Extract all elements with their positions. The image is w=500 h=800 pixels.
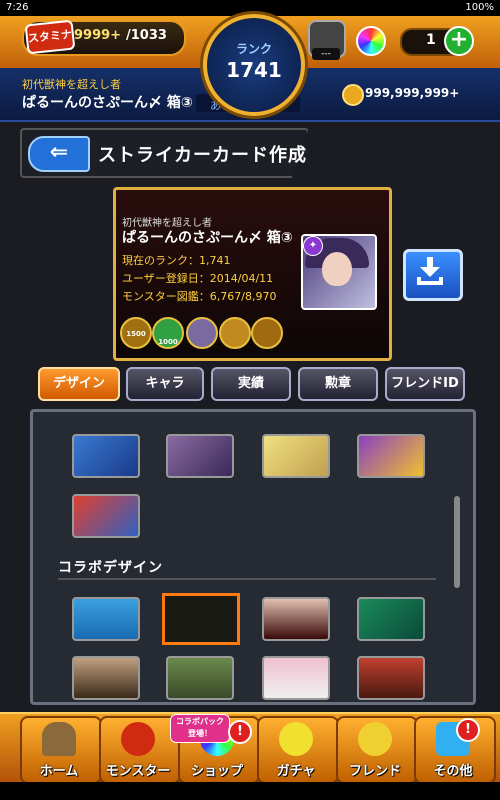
collab-design-thumbnail[interactable]	[262, 597, 330, 641]
gacha-egg-icon	[279, 722, 313, 756]
rank-label: ランク	[235, 42, 272, 56]
card-rank: 現在のランク：1,741	[122, 254, 231, 267]
collab-design-thumbnail[interactable]	[72, 597, 140, 641]
collab-design-thumbnail[interactable]	[72, 656, 140, 700]
page-title: ストライカーカード作成	[98, 145, 307, 166]
gem-slot-value: ---	[312, 48, 340, 60]
design-thumbnail[interactable]	[357, 434, 425, 478]
medal-icon	[251, 317, 283, 349]
monster-icon	[121, 722, 155, 756]
tab-achievements[interactable]: 実績	[211, 367, 291, 401]
tab-design[interactable]: デザイン	[38, 367, 120, 401]
design-thumbnail[interactable]	[72, 494, 140, 538]
orb-icon	[356, 26, 386, 56]
collab-design-thumbnail[interactable]	[262, 656, 330, 700]
card-player-name: ぱるーんのさぷーん〆 箱③	[122, 230, 293, 246]
friend-icon	[358, 722, 392, 756]
collab-pack-line-2: 登場！	[188, 729, 212, 738]
tab-character[interactable]: キャラ	[126, 367, 204, 401]
collab-design-thumbnail[interactable]	[166, 656, 234, 700]
clock: 7:26	[6, 2, 29, 13]
orb-count: 1	[426, 32, 436, 48]
coin-icon	[342, 84, 364, 106]
back-button[interactable]: ⇐	[28, 136, 90, 172]
divider	[58, 578, 436, 580]
tab-friend-id[interactable]: フレンドID	[385, 367, 465, 401]
collab-design-thumbnail[interactable]	[357, 656, 425, 700]
nav-shop-label: ショップ	[190, 764, 243, 779]
nav-gacha-label: ガチャ	[276, 764, 316, 779]
battery-level: 100%	[465, 2, 494, 13]
nav-other-label: その他	[433, 764, 473, 779]
stamina-max: /1033	[126, 28, 167, 43]
nav-monster-label: モンスター	[105, 764, 171, 779]
design-thumbnail[interactable]	[262, 434, 330, 478]
tab-medals[interactable]: 勲章	[298, 367, 378, 401]
collab-design-thumbnail[interactable]	[357, 597, 425, 641]
player-name: ぱるーんのさぷーん〆 箱③	[22, 95, 193, 111]
medal-label: 1000	[158, 338, 178, 346]
stamina-value: 9999+	[74, 28, 122, 43]
system-nav-bar	[0, 782, 500, 800]
medal-label: 1500	[126, 330, 146, 338]
add-orb-button[interactable]: +	[444, 26, 474, 56]
scrollbar[interactable]	[454, 496, 460, 588]
element-badge-icon: ✦	[303, 236, 323, 256]
nav-friend-label: フレンド	[348, 764, 401, 779]
collab-pack-line-1: コラボパック	[176, 717, 224, 726]
other-alert-badge: !	[456, 718, 480, 742]
rank-badge[interactable]: ランク 1741	[203, 14, 305, 116]
home-icon	[42, 722, 76, 756]
collab-design-heading: コラボデザイン	[58, 560, 163, 576]
collab-design-thumbnail-selected[interactable]	[162, 593, 240, 645]
card-registered-date: ユーザー登録日：2014/04/11	[122, 272, 274, 285]
design-thumbnail[interactable]	[72, 434, 140, 478]
design-thumbnail[interactable]	[166, 434, 234, 478]
player-title: 初代獣神を超えし者	[22, 78, 121, 91]
avatar-face	[322, 252, 352, 286]
medal-icon	[186, 317, 218, 349]
collab-pack-badge: コラボパック 登場！	[170, 714, 230, 743]
medal-icon	[219, 317, 251, 349]
shop-alert-badge: !	[228, 720, 252, 744]
nav-home-label: ホーム	[39, 764, 79, 779]
coin-count: 999,999,999+	[365, 86, 460, 100]
stamina-icon: スタミナ	[24, 19, 76, 55]
download-icon	[417, 257, 443, 285]
rank-value: 1741	[226, 58, 282, 82]
card-monster-dex: モンスター図鑑：6,767/8,970	[122, 290, 277, 303]
